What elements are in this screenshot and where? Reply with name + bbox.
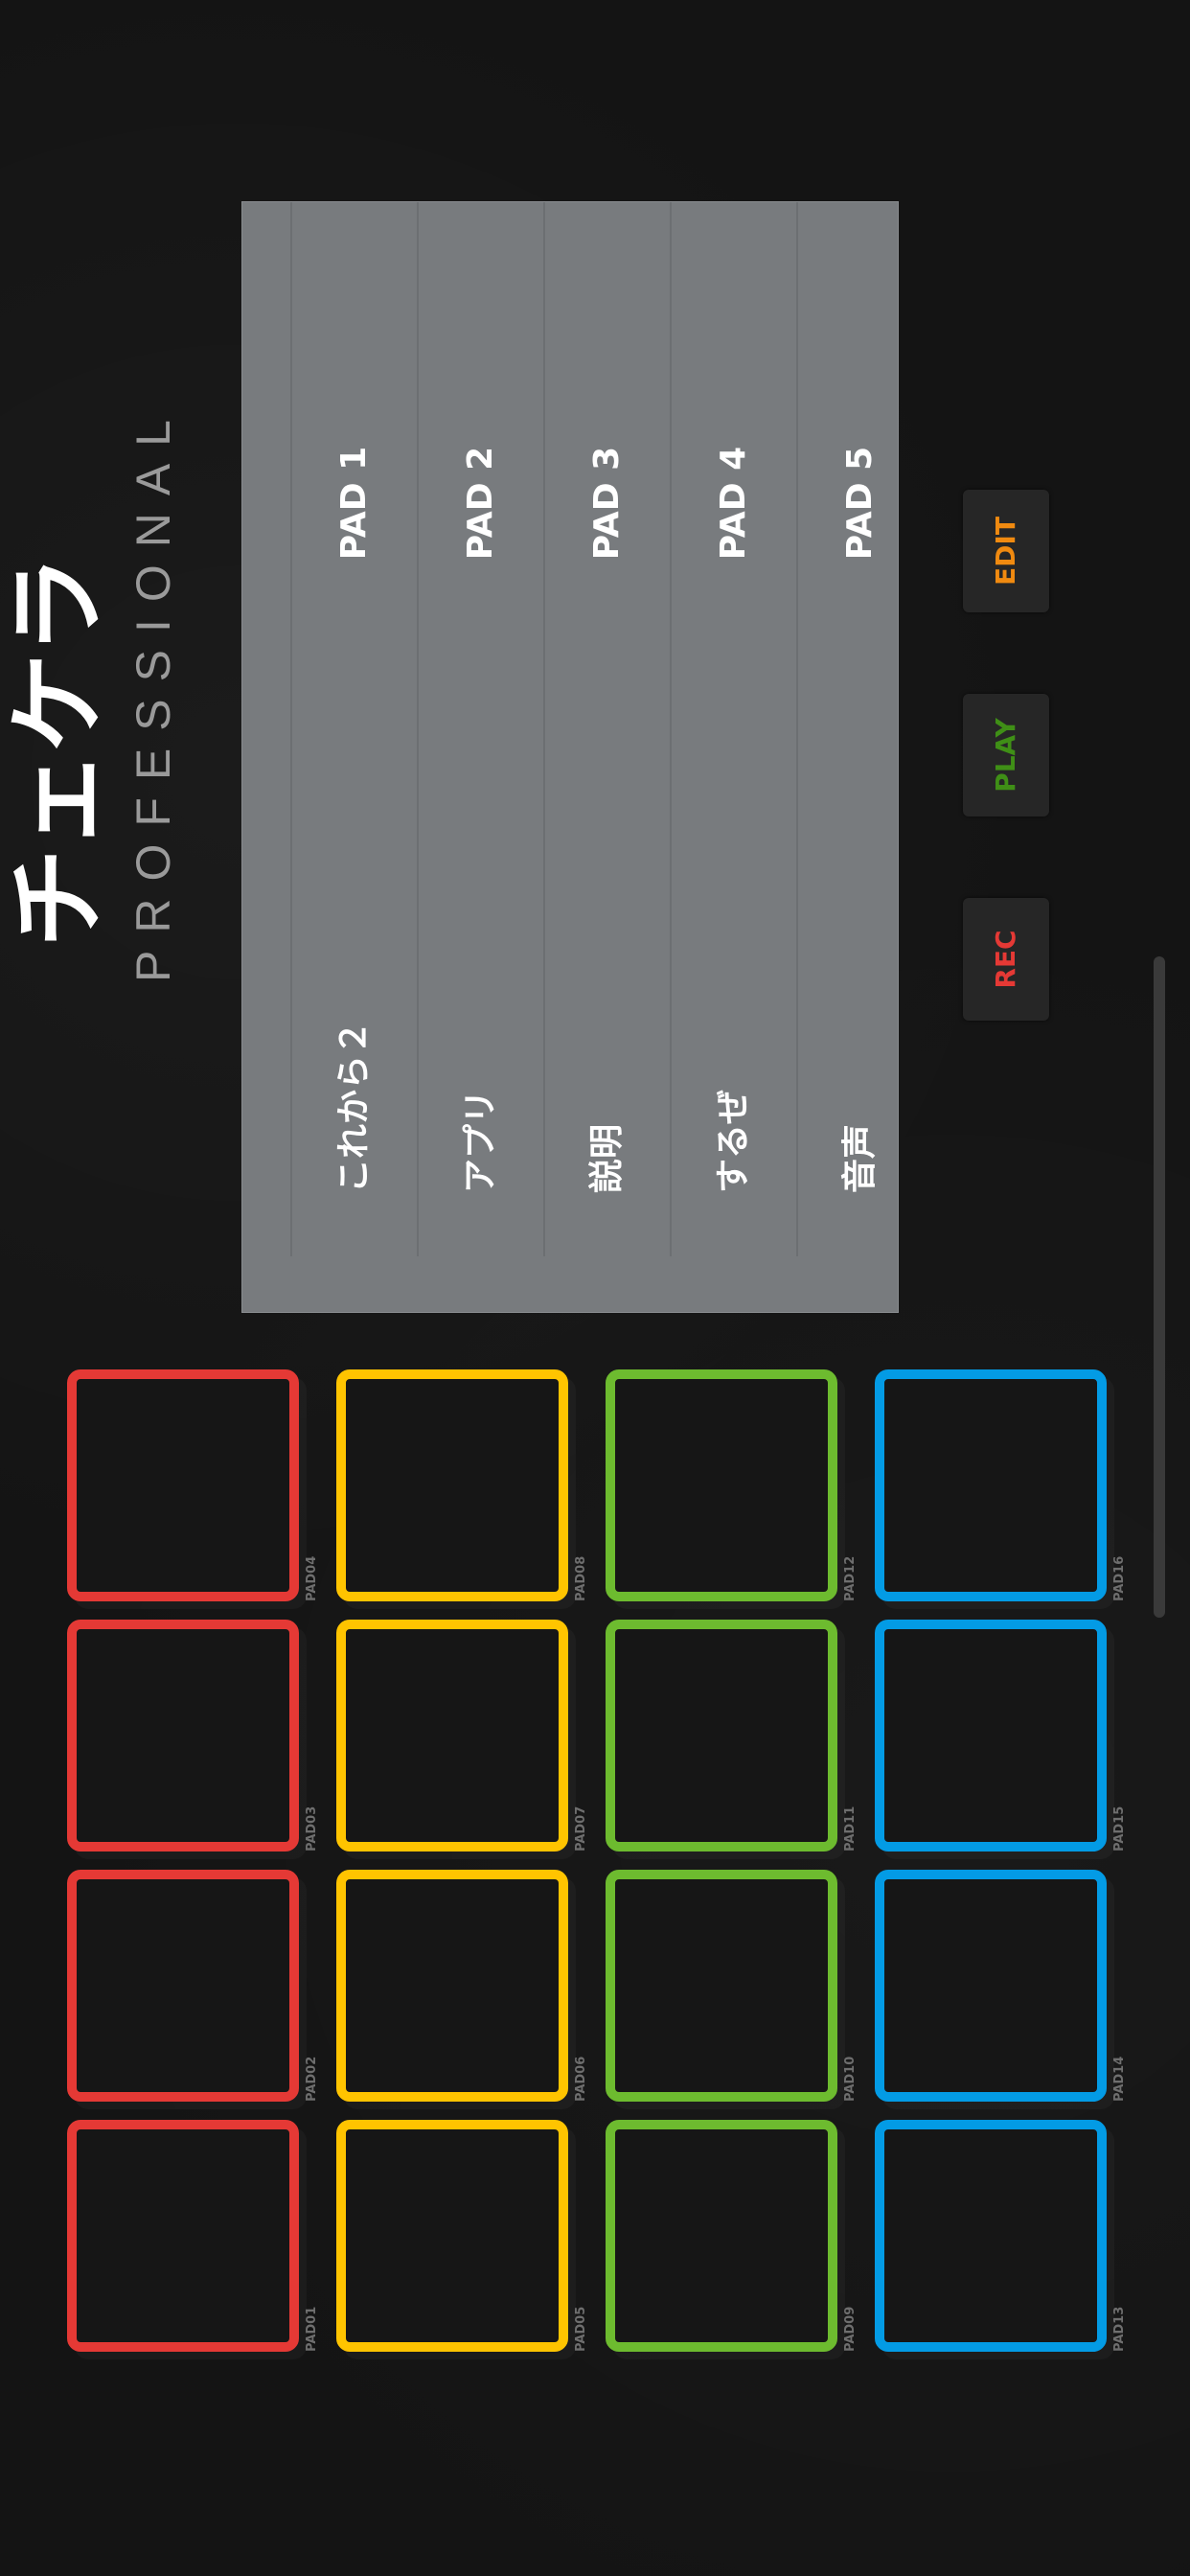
drum-pad[interactable] xyxy=(875,1620,1107,1852)
list-divider xyxy=(543,202,545,1256)
pad-assignment-label: PAD 2 xyxy=(461,446,500,561)
drum-pad[interactable] xyxy=(875,2120,1107,2352)
pad-number-label: PAD03 xyxy=(305,1806,319,1852)
pad-number-label: PAD10 xyxy=(843,2056,858,2102)
drum-pad[interactable] xyxy=(67,1620,299,1852)
drum-pad[interactable] xyxy=(606,1369,837,1601)
edit-button[interactable]: EDIT xyxy=(963,490,1049,612)
drum-pad[interactable] xyxy=(606,2120,837,2352)
pad-number-label: PAD02 xyxy=(305,2056,319,2102)
pad-assignment-name: 説明 xyxy=(587,1123,627,1193)
pad-assignment-label: PAD 4 xyxy=(714,446,753,561)
app-logo: チェケラ xyxy=(0,557,116,949)
drum-pad[interactable] xyxy=(336,1870,568,2102)
pad-number-label: PAD01 xyxy=(305,2306,319,2352)
pad-number-label: PAD05 xyxy=(574,2306,588,2352)
drum-pad[interactable] xyxy=(875,1369,1107,1601)
pad-assignment-name: アプリ xyxy=(461,1089,500,1193)
list-divider xyxy=(417,202,419,1256)
list-divider xyxy=(290,202,292,1256)
list-divider xyxy=(670,202,672,1256)
pad-assignment-name: 音声 xyxy=(840,1123,880,1193)
rec-button-label: REC xyxy=(990,930,1021,989)
drum-pad[interactable] xyxy=(606,1620,837,1852)
logo-subtitle: PROFESSIONAL xyxy=(126,402,180,982)
scrollbar[interactable] xyxy=(1154,956,1165,1618)
pad-number-label: PAD15 xyxy=(1112,1806,1127,1852)
pad-assignment-label: PAD 1 xyxy=(334,446,374,561)
pad-assignment-label: PAD 3 xyxy=(587,446,627,561)
play-button-label: PLAY xyxy=(990,718,1021,793)
list-divider xyxy=(796,202,798,1256)
pad-number-label: PAD11 xyxy=(843,1806,858,1852)
edit-button-label: EDIT xyxy=(990,517,1021,586)
pad-assignment-label: PAD 5 xyxy=(840,446,880,561)
pad-number-label: PAD06 xyxy=(574,2056,588,2102)
pad-assignment-name: これから２ xyxy=(334,1020,374,1193)
drum-pad[interactable] xyxy=(336,1369,568,1601)
play-button[interactable]: PLAY xyxy=(963,694,1049,816)
pad-number-label: PAD08 xyxy=(574,1555,588,1601)
drum-pad[interactable] xyxy=(336,1620,568,1852)
pad-number-label: PAD13 xyxy=(1112,2306,1127,2352)
pad-number-label: PAD09 xyxy=(843,2306,858,2352)
drum-pad[interactable] xyxy=(67,2120,299,2352)
pad-number-label: PAD12 xyxy=(843,1555,858,1601)
drum-pad[interactable] xyxy=(67,1870,299,2102)
drum-pad[interactable] xyxy=(606,1870,837,2102)
pad-number-label: PAD07 xyxy=(574,1806,588,1852)
drum-pad[interactable] xyxy=(67,1369,299,1601)
rec-button[interactable]: REC xyxy=(963,898,1049,1021)
drum-pad[interactable] xyxy=(875,1870,1107,2102)
pad-number-label: PAD16 xyxy=(1112,1555,1127,1601)
drum-pad[interactable] xyxy=(336,2120,568,2352)
pad-assignment-name: するぜ xyxy=(714,1089,753,1193)
pad-number-label: PAD14 xyxy=(1112,2056,1127,2102)
pad-number-label: PAD04 xyxy=(305,1555,319,1601)
